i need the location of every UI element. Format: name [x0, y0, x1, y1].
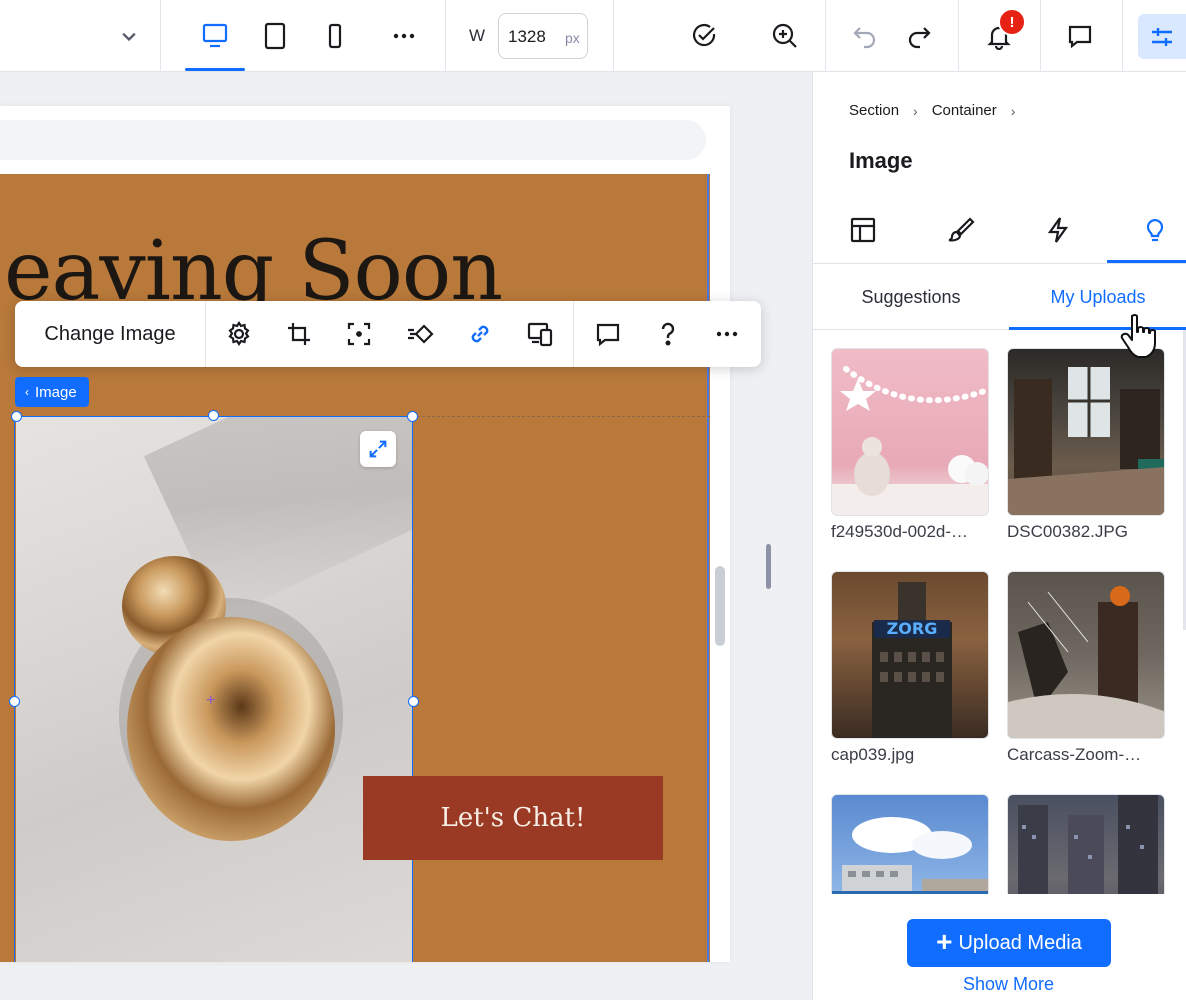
- upload-thumbnail[interactable]: [1007, 348, 1165, 516]
- upload-label: Carcass-Zoom-…: [1007, 745, 1142, 764]
- url-bar: [0, 120, 706, 160]
- upload-label: DSC00382.JPG: [1007, 522, 1128, 541]
- selected-element-tag[interactable]: ‹ Image: [15, 377, 89, 407]
- uploads-grid: f249530d-002d-… DSC00382.JPG ZORG cap039…: [813, 330, 1186, 894]
- tab-my-uploads[interactable]: My Uploads: [1009, 264, 1186, 330]
- resize-handle[interactable]: [407, 411, 418, 422]
- earring-image[interactable]: [16, 416, 413, 962]
- panel-title: Image: [849, 148, 913, 173]
- hand-pointer-cursor: [1120, 314, 1156, 358]
- top-toolbar: W 1328 px !: [0, 0, 1186, 72]
- selected-element-label: Image: [35, 383, 77, 401]
- inspector-toggle-button[interactable]: [1138, 14, 1186, 59]
- width-input[interactable]: 1328 px: [498, 13, 588, 59]
- tab-suggestions[interactable]: Suggestions: [813, 264, 1009, 330]
- notification-badge: !: [998, 8, 1026, 36]
- zoom-in-icon[interactable]: [761, 12, 809, 60]
- expand-button[interactable]: [360, 431, 396, 467]
- plus-icon: +: [936, 925, 953, 957]
- desktop-view-icon[interactable]: [191, 12, 239, 60]
- redo-icon[interactable]: [895, 12, 943, 60]
- width-value: 1328: [508, 27, 546, 46]
- image-action-toolbar: Change Image: [15, 301, 761, 367]
- panel-drag-handle[interactable]: [766, 544, 771, 589]
- chevron-left-icon: ‹: [25, 385, 29, 399]
- focal-point-icon[interactable]: [339, 314, 379, 354]
- breadcrumb-container[interactable]: Container: [932, 102, 997, 119]
- inspector-panel: Section › Container › Image Suggestions …: [812, 72, 1186, 1000]
- snap-guide: [412, 416, 710, 417]
- comment-icon[interactable]: [588, 314, 628, 354]
- settings-icon[interactable]: [219, 314, 259, 354]
- responsive-icon[interactable]: [520, 314, 560, 354]
- divider: [958, 0, 959, 72]
- help-icon[interactable]: [648, 314, 688, 354]
- resize-handle[interactable]: [11, 411, 22, 422]
- resize-handle[interactable]: [9, 696, 20, 707]
- breadcrumb: Section › Container ›: [849, 102, 1015, 119]
- animation-icon[interactable]: [400, 314, 440, 354]
- layout-icon[interactable]: [838, 208, 888, 252]
- active-tab-indicator: [1107, 260, 1186, 263]
- divider: [1040, 0, 1041, 72]
- lets-chat-button[interactable]: Let's Chat!: [363, 776, 663, 860]
- design-brush-icon[interactable]: [935, 208, 985, 252]
- resize-handle[interactable]: [408, 696, 419, 707]
- divider: [445, 0, 446, 72]
- divider: [825, 0, 826, 72]
- svg-text:ZORG: ZORG: [887, 619, 938, 638]
- mobile-view-icon[interactable]: [311, 12, 359, 60]
- section-border: [707, 174, 709, 962]
- upload-thumbnail[interactable]: [1007, 571, 1165, 739]
- link-icon[interactable]: [460, 314, 500, 354]
- upload-thumbnail[interactable]: [831, 348, 989, 516]
- sliders-icon: [1152, 27, 1172, 46]
- cta-label: Let's Chat!: [440, 803, 586, 833]
- crop-icon[interactable]: [279, 314, 319, 354]
- divider: [613, 0, 614, 72]
- site-check-icon[interactable]: [680, 12, 728, 60]
- interactions-bolt-icon[interactable]: [1033, 208, 1083, 252]
- upload-label: f249530d-002d-…: [831, 522, 969, 541]
- breadcrumb-section[interactable]: Section: [849, 102, 899, 119]
- width-label: W: [469, 26, 486, 45]
- chevron-right-icon: ›: [913, 102, 918, 119]
- width-unit: px: [565, 30, 580, 46]
- lightbulb-icon[interactable]: [1130, 208, 1180, 252]
- upload-label: cap039.jpg: [831, 745, 915, 764]
- inspector-tabs: [813, 198, 1186, 264]
- upload-media-label: Upload Media: [958, 931, 1082, 954]
- change-image-button[interactable]: Change Image: [15, 301, 205, 367]
- center-marker: +: [206, 692, 216, 709]
- active-device-indicator: [185, 68, 245, 71]
- divider: [1122, 0, 1123, 72]
- upload-thumbnail[interactable]: [831, 794, 989, 894]
- expand-icon: [369, 440, 387, 458]
- editor-canvas[interactable]: eaving Soon + ‹ Image Let's Chat! Change…: [0, 72, 812, 1000]
- divider: [160, 0, 161, 72]
- earring-graphic: [119, 556, 343, 841]
- more-icon[interactable]: [707, 314, 747, 354]
- upload-thumbnail[interactable]: [1007, 794, 1165, 894]
- undo-icon[interactable]: [841, 12, 889, 60]
- resize-handle[interactable]: [208, 410, 219, 421]
- tablet-view-icon[interactable]: [251, 12, 299, 60]
- chevron-right-icon: ›: [1010, 102, 1016, 119]
- comment-icon[interactable]: [1056, 12, 1104, 60]
- chevron-down-icon[interactable]: [105, 12, 153, 60]
- more-icon[interactable]: [380, 12, 428, 60]
- canvas-scrollbar[interactable]: [715, 566, 725, 646]
- upload-thumbnail[interactable]: ZORG: [831, 571, 989, 739]
- show-more-link[interactable]: Show More: [963, 974, 1054, 995]
- upload-media-button[interactable]: + Upload Media: [907, 919, 1111, 967]
